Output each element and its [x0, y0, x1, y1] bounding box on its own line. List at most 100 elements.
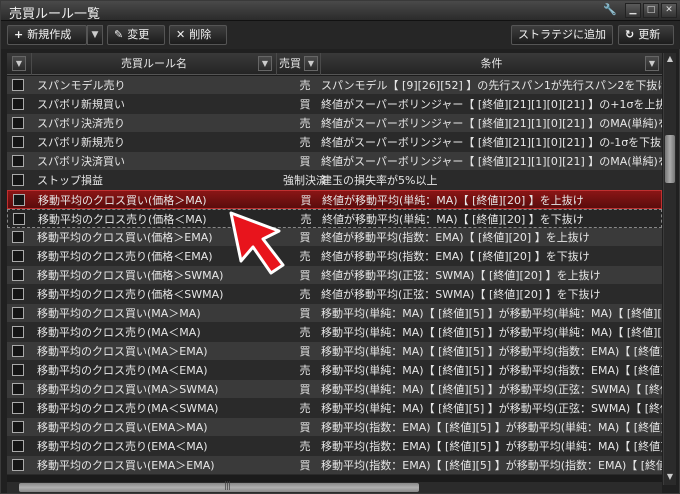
condition-cell: 移動平均(単純：MA)【 [終値][5] 】が移動平均(指数：EMA)【 [終値… — [321, 364, 662, 377]
new-button[interactable]: + 新規作成 — [7, 25, 87, 45]
refresh-button[interactable]: ↻ 更新 — [618, 25, 674, 45]
table-row[interactable]: 移動平均のクロス買い(価格＞MA) 買終値が移動平均(単純：MA)【 [終値][2… — [7, 190, 662, 209]
condition-cell: 移動平均(指数：EMA)【 [終値][5] 】が移動平均(単純：MA)【 [終値… — [321, 440, 662, 453]
vertical-scroll-thumb[interactable] — [665, 135, 675, 183]
refresh-icon: ↻ — [625, 28, 635, 41]
row-checkbox[interactable] — [12, 136, 24, 148]
table-row[interactable]: スパボリ新規売り売終値がスーパーボリンジャー【 [終値][21][1][0][2… — [7, 133, 662, 152]
rule-name-cell: スパボリ決済買い — [37, 155, 125, 168]
chevron-down-icon[interactable]: ▼ — [258, 56, 272, 71]
row-checkbox[interactable] — [12, 250, 24, 262]
table-row[interactable]: 移動平均のクロス買い(価格＞SWMA) 買終値が移動平均(正弦：SWMA)【 [終… — [7, 266, 662, 285]
horizontal-scrollbar[interactable]: ||| — [7, 481, 662, 493]
header-type[interactable]: 売買 — [277, 53, 303, 75]
table-row[interactable]: 移動平均のクロス買い(MA＞SWMA) 買移動平均(単純：MA)【 [終値][5]… — [7, 380, 662, 399]
row-checkbox[interactable] — [12, 421, 24, 433]
vertical-scrollbar[interactable]: ▲ ▼ — [663, 53, 676, 485]
rule-name-cell: 移動平均のクロス売り(MA＜SWMA) — [37, 402, 219, 415]
table-row[interactable]: スパボリ決済売り売終値がスーパーボリンジャー【 [終値][21][1][0][2… — [7, 114, 662, 133]
row-checkbox[interactable] — [12, 440, 24, 452]
delete-button-label: 削除 — [189, 28, 212, 41]
row-checkbox[interactable] — [13, 213, 25, 225]
row-checkbox[interactable] — [12, 383, 24, 395]
window-title: 売買ルール一覧 — [9, 7, 101, 22]
toolbar: + 新規作成 ▼ ✎ 変更 ✕ 削除 ストラテジに追加 ↻ 更新 — [1, 21, 680, 49]
row-checkbox[interactable] — [12, 459, 24, 471]
row-checkbox[interactable] — [13, 194, 25, 206]
row-checkbox[interactable] — [12, 79, 24, 91]
row-checkbox[interactable] — [12, 98, 24, 110]
table-row[interactable]: 移動平均のクロス売り(価格＜SWMA) 売終値が移動平均(正弦：SWMA)【 [終… — [7, 285, 662, 304]
row-checkbox[interactable] — [12, 307, 24, 319]
header-checkbox-column[interactable]: ▼ — [7, 53, 32, 75]
table-row[interactable]: 移動平均のクロス買い(価格＞EMA) 買終値が移動平均(指数：EMA)【 [終値]… — [7, 228, 662, 247]
condition-cell: 終値がスーパーボリンジャー【 [終値][21][1][0][21] 】のMA(単… — [321, 155, 662, 168]
row-checkbox[interactable] — [12, 345, 24, 357]
table-row[interactable]: スパンモデル売り売スパンモデル【 [9][26][52] 】の先行スパン1が先行… — [7, 76, 662, 95]
condition-cell: スパンモデル【 [9][26][52] 】の先行スパン1が先行スパン2を下抜け — [321, 79, 662, 92]
table-row[interactable]: 移動平均のクロス売り(MA＜EMA) 売移動平均(単純：MA)【 [終値][5] … — [7, 361, 662, 380]
horizontal-scroll-thumb[interactable]: ||| — [19, 481, 419, 492]
row-checkbox[interactable] — [12, 402, 24, 414]
table-row[interactable]: 移動平均のクロス売り(EMA＜MA) 売移動平均(指数：EMA)【 [終値][5]… — [7, 437, 662, 456]
row-checkbox[interactable] — [12, 288, 24, 300]
plus-icon: + — [14, 28, 24, 41]
rule-name-cell: スパボリ新規売り — [37, 136, 125, 149]
maximize-button[interactable]: □ — [643, 3, 659, 18]
chevron-down-icon[interactable]: ▼ — [12, 56, 26, 71]
scroll-up-icon[interactable]: ▲ — [664, 53, 676, 65]
table-row[interactable]: スパボリ新規買い買終値がスーパーボリンジャー【 [終値][21][1][0][2… — [7, 95, 662, 114]
rule-list-window: 売買ルール一覧 🔧 ▁ □ ✕ + 新規作成 ▼ ✎ 変更 ✕ 削除 ストラテジに追加… — [0, 0, 680, 494]
rule-name-cell: 移動平均のクロス売り(MA＜MA) — [37, 326, 201, 339]
table-row[interactable]: 移動平均のクロス売り(価格＜MA) 売終値が移動平均(単純：MA)【 [終値][2… — [7, 209, 662, 228]
row-checkbox[interactable] — [12, 269, 24, 281]
rule-name-cell: スパボリ新規買い — [37, 98, 125, 111]
add-to-strategy-label: ストラテジに追加 — [518, 28, 606, 41]
minimize-button[interactable]: ▁ — [625, 3, 641, 18]
condition-cell: 終値が移動平均(単純：MA)【 [終値][20] 】を下抜け — [322, 213, 584, 226]
table-row[interactable]: 移動平均のクロス買い(MA＞MA) 買移動平均(単純：MA)【 [終値][5] 】… — [7, 304, 662, 323]
row-checkbox[interactable] — [12, 155, 24, 167]
add-to-strategy-button[interactable]: ストラテジに追加 — [511, 25, 613, 45]
row-checkbox[interactable] — [12, 231, 24, 243]
row-checkbox[interactable] — [12, 174, 24, 186]
grip-icon: ||| — [224, 481, 231, 491]
title-bar[interactable]: 売買ルール一覧 🔧 ▁ □ ✕ — [1, 1, 680, 22]
delete-button[interactable]: ✕ 削除 — [169, 25, 227, 45]
table-row[interactable]: 移動平均のクロス売り(価格＜EMA) 売終値が移動平均(指数：EMA)【 [終値]… — [7, 247, 662, 266]
header-rule-name-label: 売買ルール名 — [121, 57, 187, 70]
close-button[interactable]: ✕ — [661, 3, 677, 18]
condition-cell: 移動平均(単純：MA)【 [終値][5] 】が移動平均(指数：EMA)【 [終値… — [321, 345, 662, 358]
scroll-down-icon[interactable]: ▼ — [664, 471, 676, 483]
condition-cell: 終値がスーパーボリンジャー【 [終値][21][1][0][21] 】の+1σを… — [321, 98, 662, 111]
chevron-down-icon: ▼ — [91, 30, 99, 40]
wrench-icon[interactable]: 🔧 — [601, 3, 619, 18]
table-row[interactable]: ストップ損益 強制決済 建玉の損失率が5%以上 — [7, 171, 662, 190]
condition-cell: 移動平均(単純：MA)【 [終値][5] 】が移動平均(正弦：SWMA)【 [終… — [321, 383, 662, 396]
header-type-filter[interactable]: ▼ — [303, 53, 321, 75]
table-row[interactable]: 移動平均のクロス買い(MA＞EMA) 買移動平均(単純：MA)【 [終値][5] … — [7, 342, 662, 361]
table-row[interactable]: 移動平均のクロス買い(EMA＞EMA) 買移動平均(指数：EMA)【 [終値][5… — [7, 456, 662, 475]
table-row[interactable]: スパボリ決済買い買終値がスーパーボリンジャー【 [終値][21][1][0][2… — [7, 152, 662, 171]
row-checkbox[interactable] — [12, 364, 24, 376]
header-condition[interactable]: 条件 ▼ — [321, 53, 662, 75]
table-row[interactable]: 移動平均のクロス売り(MA＜MA) 売移動平均(単純：MA)【 [終値][5] 】… — [7, 323, 662, 342]
condition-cell: 移動平均(指数：EMA)【 [終値][5] 】が移動平均(単純：MA)【 [終値… — [321, 421, 662, 434]
chevron-down-icon[interactable]: ▼ — [645, 56, 659, 71]
condition-cell: 終値が移動平均(指数：EMA)【 [終値][20] 】を上抜け — [321, 231, 590, 244]
rule-name-cell: 移動平均のクロス買い(価格＞MA) — [38, 194, 207, 207]
new-button-label: 新規作成 — [27, 28, 72, 41]
table-row[interactable]: 移動平均のクロス売り(MA＜SWMA) 売移動平均(単純：MA)【 [終値][5]… — [7, 399, 662, 418]
chevron-down-icon[interactable]: ▼ — [304, 56, 318, 71]
condition-cell: 終値がスーパーボリンジャー【 [終値][21][1][0][21] 】のMA(単… — [321, 117, 662, 130]
mouse-cursor-arrow-icon — [229, 211, 285, 275]
rule-name-cell: 移動平均のクロス売り(価格＜SWMA) — [37, 288, 224, 301]
edit-button[interactable]: ✎ 変更 — [107, 25, 165, 45]
row-checkbox[interactable] — [12, 326, 24, 338]
header-condition-label: 条件 — [480, 57, 503, 70]
header-rule-name[interactable]: 売買ルール名 ▼ — [32, 53, 277, 75]
table-header: ▼ 売買ルール名 ▼ 売買 ▼ 条件 ▼ — [7, 53, 662, 75]
row-checkbox[interactable] — [12, 117, 24, 129]
new-dropdown-button[interactable]: ▼ — [87, 25, 103, 45]
table-row[interactable]: 移動平均のクロス買い(EMA＞MA) 買移動平均(指数：EMA)【 [終値][5]… — [7, 418, 662, 437]
